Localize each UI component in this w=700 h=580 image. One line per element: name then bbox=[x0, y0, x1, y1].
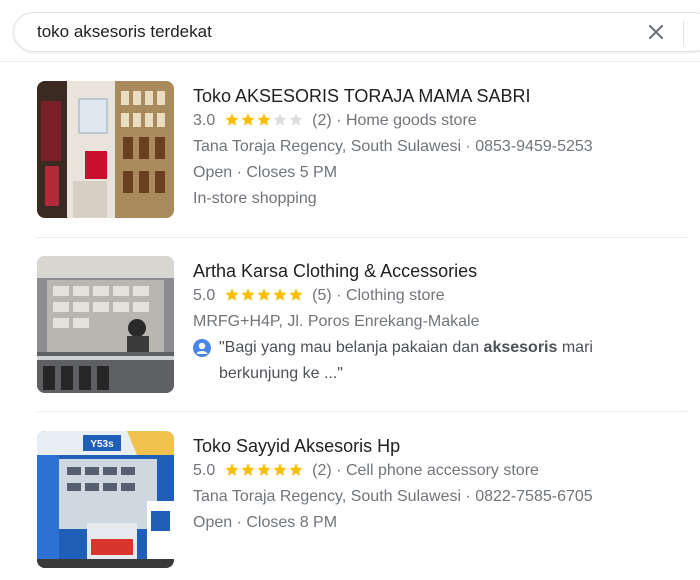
star-filled-icon bbox=[225, 112, 239, 126]
category: · Clothing store bbox=[336, 287, 445, 304]
review-count[interactable]: (5) bbox=[312, 287, 332, 304]
service-option: In-store shopping bbox=[193, 190, 317, 207]
star-rating bbox=[224, 282, 304, 308]
result-thumbnail[interactable] bbox=[37, 81, 174, 218]
review-text: mari bbox=[557, 339, 593, 356]
rating-value: 3.0 bbox=[193, 112, 216, 129]
star-rating bbox=[224, 457, 304, 483]
result-divider bbox=[37, 237, 687, 238]
star-filled-icon bbox=[257, 112, 271, 126]
rating-line: 3.0 (2) · Home goods store bbox=[193, 108, 683, 134]
star-empty-icon bbox=[273, 112, 287, 126]
review-snippet: "Bagi yang mau belanja pakaian dan akses… bbox=[193, 335, 683, 361]
search-input[interactable]: toko aksesoris terdekat bbox=[37, 22, 212, 42]
search-divider bbox=[683, 21, 684, 45]
address-line: MRFG+H4P, Jl. Poros Enrekang-Makale bbox=[193, 313, 480, 330]
rating-value: 5.0 bbox=[193, 287, 216, 304]
close-icon[interactable] bbox=[644, 20, 668, 44]
result-title[interactable]: Toko AKSESORIS TORAJA MAMA SABRI bbox=[193, 85, 683, 107]
star-filled-icon bbox=[289, 462, 303, 476]
hours-line: Open · Closes 5 PM bbox=[193, 164, 338, 181]
star-filled-icon bbox=[225, 287, 239, 301]
star-filled-icon bbox=[273, 287, 287, 301]
result-title[interactable]: Toko Sayyid Aksesoris Hp bbox=[193, 435, 683, 457]
star-filled-icon bbox=[289, 287, 303, 301]
star-filled-icon bbox=[257, 287, 271, 301]
address-line: Tana Toraja Regency, South Sulawesi · 08… bbox=[193, 488, 593, 505]
address-line: Tana Toraja Regency, South Sulawesi · 08… bbox=[193, 138, 593, 155]
result-thumbnail[interactable] bbox=[37, 256, 174, 393]
rating-line: 5.0 (2) · Cell phone accessory store bbox=[193, 458, 683, 484]
review-count[interactable]: (2) bbox=[312, 112, 332, 129]
result-thumbnail[interactable]: Y53s bbox=[37, 431, 174, 568]
star-filled-icon bbox=[241, 287, 255, 301]
star-filled-icon bbox=[257, 462, 271, 476]
star-filled-icon bbox=[273, 462, 287, 476]
star-filled-icon bbox=[241, 112, 255, 126]
star-filled-icon bbox=[225, 462, 239, 476]
star-rating bbox=[224, 107, 304, 133]
search-bar[interactable]: toko aksesoris terdekat bbox=[13, 12, 700, 52]
person-icon bbox=[193, 339, 211, 357]
review-highlight: aksesoris bbox=[483, 339, 558, 356]
hours-line: Open · Closes 8 PM bbox=[193, 514, 338, 531]
category: · Home goods store bbox=[336, 112, 477, 129]
rating-value: 5.0 bbox=[193, 462, 216, 479]
category: · Cell phone accessory store bbox=[336, 462, 539, 479]
rating-line: 5.0 (5) · Clothing store bbox=[193, 283, 683, 309]
header-divider bbox=[0, 61, 700, 62]
review-text: "Bagi yang mau belanja pakaian dan bbox=[219, 339, 484, 356]
store-sign-text: Y53s bbox=[90, 439, 114, 450]
review-text: berkunjung ke ..." bbox=[219, 365, 343, 382]
review-count[interactable]: (2) bbox=[312, 462, 332, 479]
review-snippet-continued: berkunjung ke ..." bbox=[193, 361, 683, 387]
result-title[interactable]: Artha Karsa Clothing & Accessories bbox=[193, 260, 683, 282]
star-empty-icon bbox=[289, 112, 303, 126]
star-filled-icon bbox=[241, 462, 255, 476]
result-divider bbox=[37, 411, 687, 412]
